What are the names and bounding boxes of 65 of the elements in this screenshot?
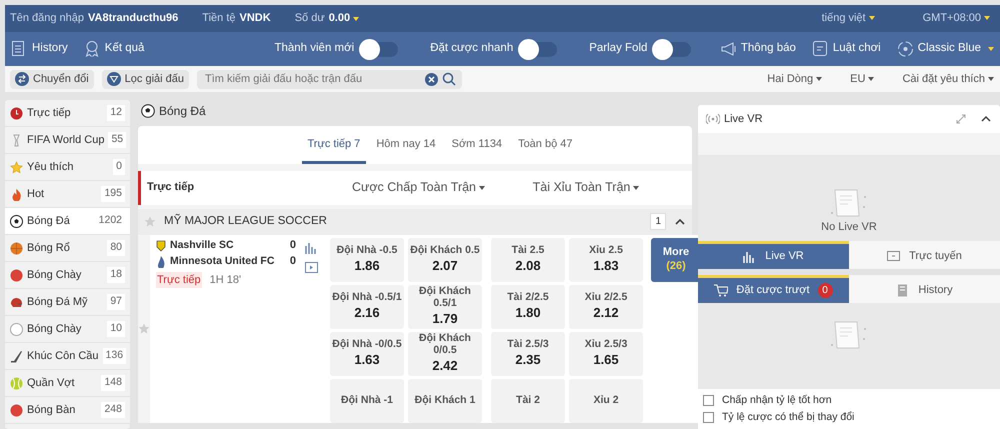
sport-tab[interactable]: Sớm 1134 xyxy=(446,132,508,164)
username-label: Tên đăng nhập xyxy=(10,11,84,26)
match-time: 1H 18' xyxy=(210,272,242,288)
toolbar-link[interactable]: Kết quả xyxy=(84,40,144,58)
balance: 0.00 xyxy=(328,11,350,26)
odds-button[interactable]: Đội Nhà -0.5/1 2.16 xyxy=(330,284,404,328)
league-name: MỸ MAJOR LEAGUE SOCCER xyxy=(164,212,328,229)
timezone-dropdown[interactable]: GMT+08:00 xyxy=(922,10,990,27)
toggle-label: Đặt cược nhanh xyxy=(430,41,514,56)
odds-button[interactable]: Tài 2.5/3 2.35 xyxy=(491,332,565,376)
team-score: 0 xyxy=(290,238,296,254)
toggle-label: Parlay Fold xyxy=(589,41,648,56)
view-dropdown[interactable]: Hai Dòng xyxy=(767,70,822,88)
odds-button[interactable]: Tài 2 xyxy=(491,378,565,422)
sport-tab[interactable]: Toàn bộ 47 xyxy=(512,132,578,164)
view-dropdown[interactable]: Cài đặt yêu thích xyxy=(902,70,994,88)
odds-button[interactable]: Xỉu 2.5 1.83 xyxy=(569,238,643,282)
team-score: 0 xyxy=(290,254,296,270)
option-label: Tỷ lệ cược có thể bị thay đổi xyxy=(722,410,854,425)
panel-title: Live VR xyxy=(724,112,764,127)
odds-button[interactable]: Tài 2.5 2.08 xyxy=(491,238,565,282)
currency: VNDK xyxy=(240,11,271,26)
odds-button[interactable]: Đội Khách 0.5/1 1.79 xyxy=(408,284,482,328)
more-button[interactable]: More (26) xyxy=(651,238,701,282)
sidebar-item[interactable]: Bóng Đá 1202 xyxy=(5,208,130,235)
odds-button[interactable]: Xỉu 2 xyxy=(569,378,643,422)
search-field[interactable]: Tìm kiếm giải đấu hoặc trận đấu xyxy=(196,70,462,88)
odds-button[interactable]: Xỉu 2.5/3 1.65 xyxy=(569,332,643,376)
toolbar-link[interactable]: Luật chơi xyxy=(812,40,881,58)
panel-tab[interactable]: Trực tuyến xyxy=(849,241,1000,269)
odds-button[interactable]: Đội Khách 0/0.5 2.42 xyxy=(408,332,482,376)
odds-button[interactable]: Xỉu 2/2.5 2.12 xyxy=(569,284,643,328)
header-label: Trực tiếp xyxy=(146,180,196,196)
currency-label: Tiền tệ xyxy=(202,11,236,26)
team-name: Nashville SC xyxy=(170,238,235,253)
panel-tab[interactable]: Đặt cược trượt 0 xyxy=(698,275,849,303)
odds-button[interactable]: Đội Khách 1 xyxy=(408,378,482,422)
sidebar-item[interactable]: Trực tiếp 12 xyxy=(5,100,130,127)
section-title: Bóng Đá xyxy=(159,102,206,120)
odds-button[interactable]: Đội Nhà -0.5 1.86 xyxy=(330,238,404,282)
panel-tab[interactable]: History xyxy=(849,275,1000,303)
odds-button[interactable]: Đội Khách 0.5 2.07 xyxy=(408,238,482,282)
username: VA8tranducthu96 xyxy=(88,11,178,26)
match-count: 1 xyxy=(650,213,666,230)
toolbar-link[interactable]: Thông báo xyxy=(720,40,796,58)
market-dropdown[interactable]: Cược Chấp Toàn Trận xyxy=(331,178,506,197)
filter-button[interactable]: Chuyển đổi xyxy=(10,70,94,88)
live-status: Trực tiếp xyxy=(156,272,202,288)
market-dropdown[interactable]: Tài Xỉu Toàn Trận xyxy=(506,178,666,197)
language-dropdown[interactable]: tiếng việt xyxy=(822,10,875,27)
odds-button[interactable]: Tài 2/2.5 1.80 xyxy=(491,284,565,328)
sport-tab[interactable]: Hôm nay 14 xyxy=(370,132,442,164)
option-label: Chấp nhận tỷ lệ tốt hơn xyxy=(722,392,832,408)
toolbar-link[interactable]: History xyxy=(11,40,68,58)
panel-tab[interactable]: Live VR xyxy=(698,241,849,269)
toggle-label: Thành viên mới xyxy=(274,41,354,56)
team-name: Minnesota United FC xyxy=(170,254,276,269)
view-dropdown[interactable]: EU xyxy=(850,70,874,88)
filter-button[interactable]: Lọc giải đấu xyxy=(102,70,189,88)
count-badge: 0 xyxy=(818,283,833,298)
odds-button[interactable]: Đội Nhà -0/0.5 1.63 xyxy=(330,332,404,376)
odds-button[interactable]: Đội Nhà -1 xyxy=(330,378,404,422)
balance-label: Số dư xyxy=(294,11,325,26)
empty-message: No Live VR xyxy=(821,220,877,234)
toolbar-link[interactable]: Classic Blue xyxy=(896,40,994,58)
